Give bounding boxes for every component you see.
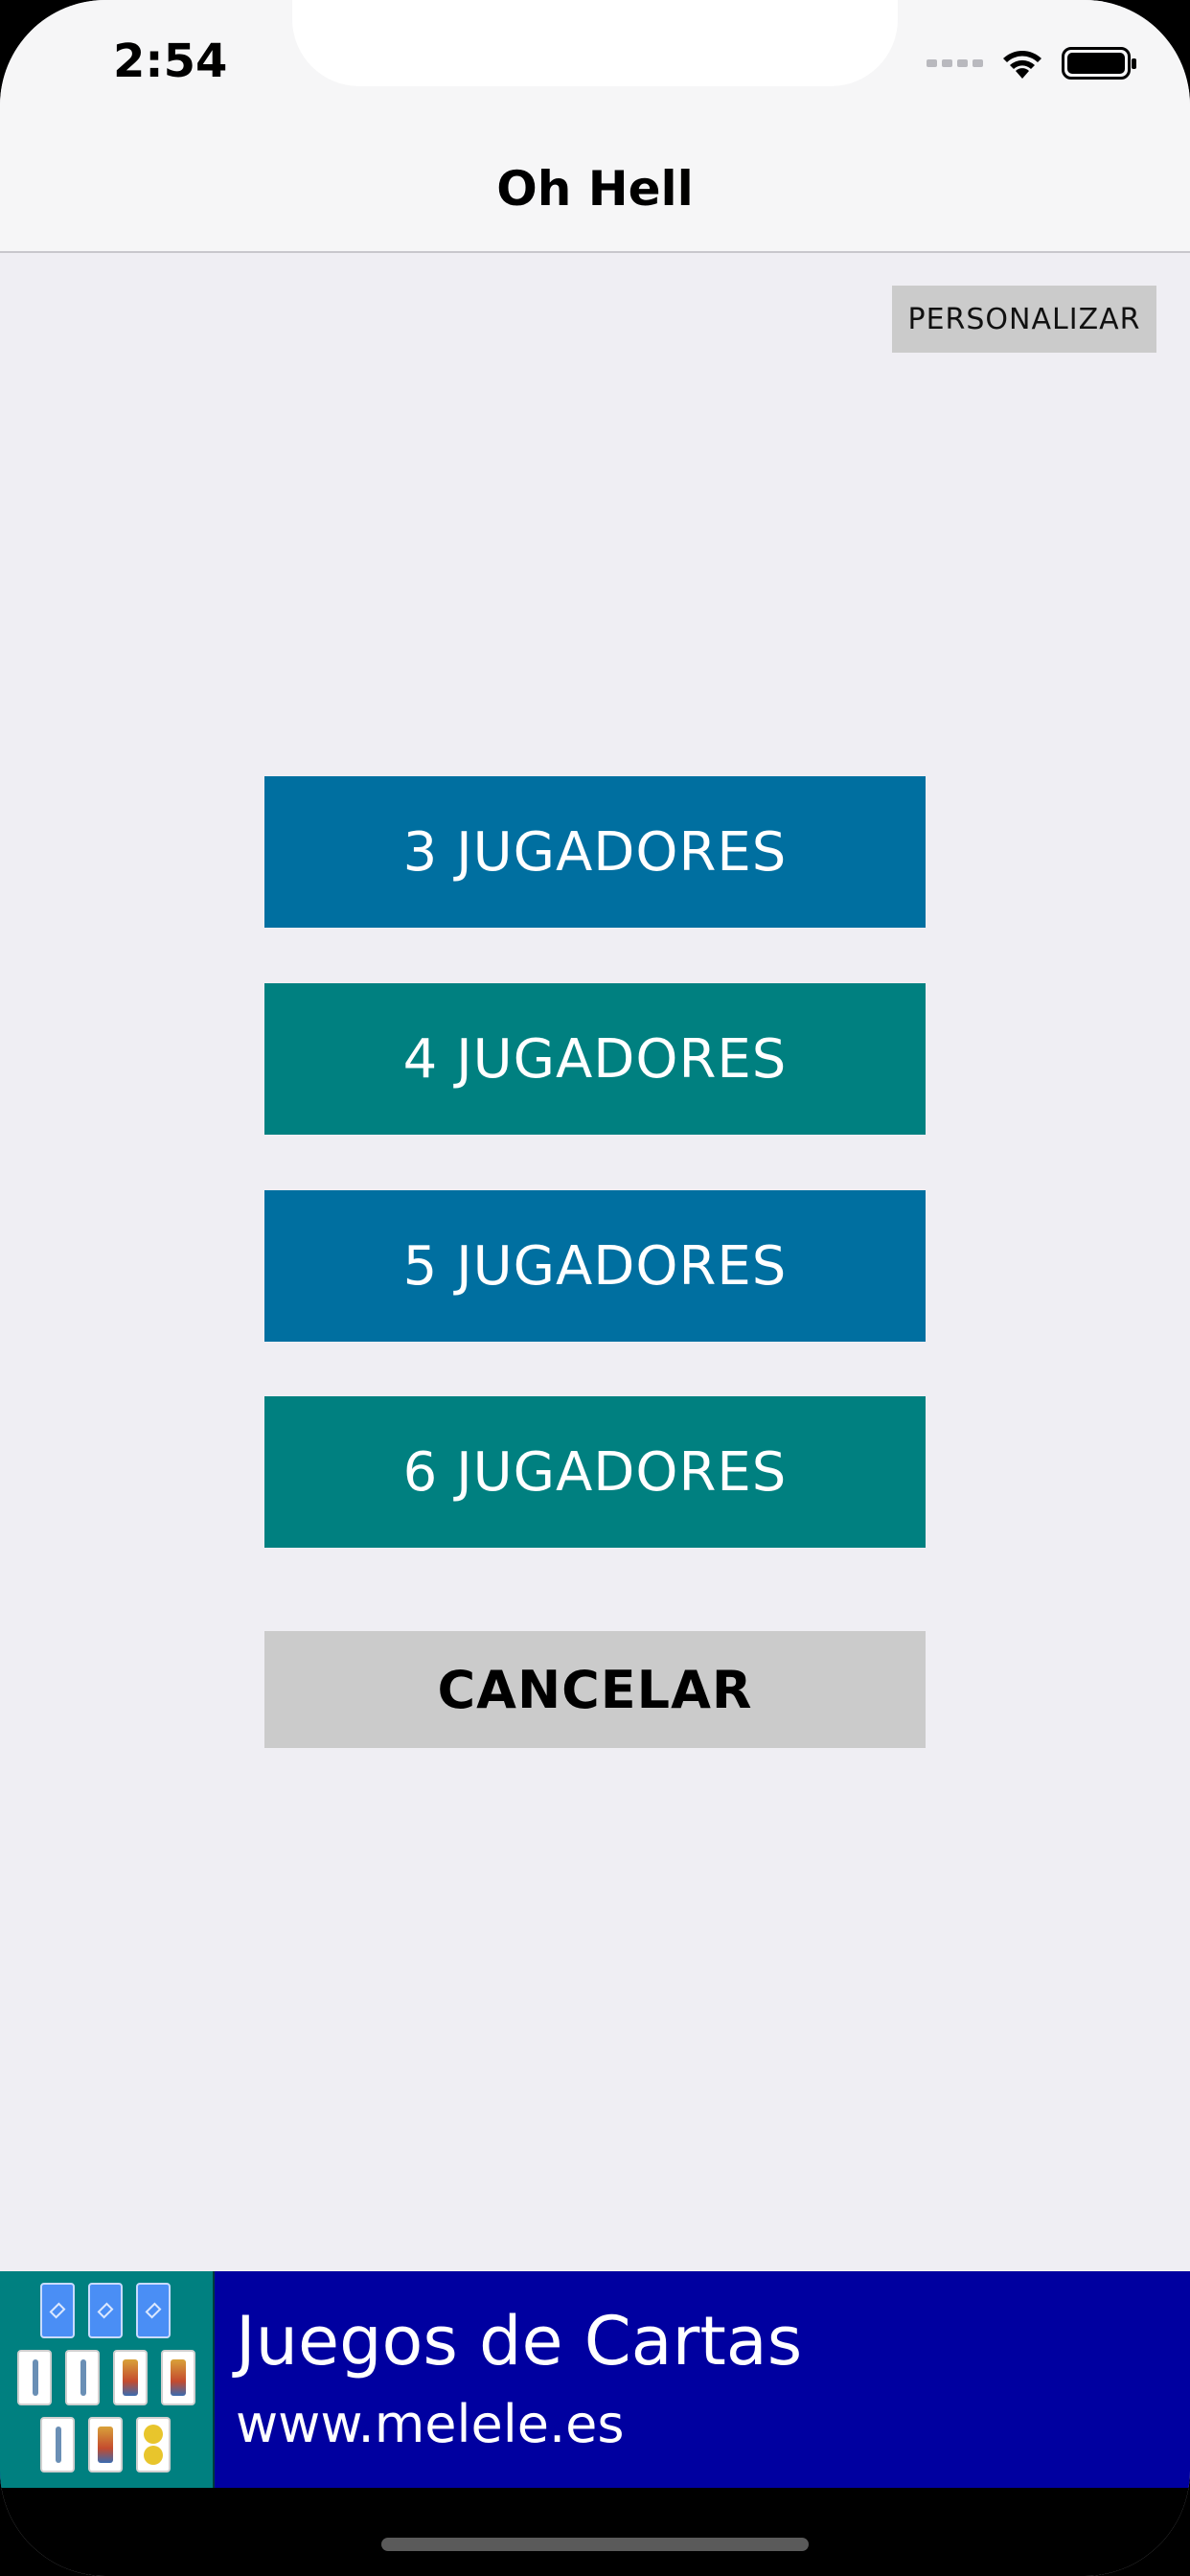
personalizar-button[interactable]: PERSONALIZAR: [892, 286, 1156, 353]
banner-url: www.melele.es: [236, 2394, 625, 2454]
page-title: Oh Hell: [496, 161, 694, 217]
6-players-button[interactable]: 6 JUGADORES: [264, 1396, 926, 1548]
ad-banner[interactable]: Juegos de Cartas www.melele.es: [0, 2271, 1190, 2488]
status-icons: [927, 42, 1136, 84]
home-indicator[interactable]: [381, 2538, 809, 2551]
playing-cards-image: [0, 2271, 215, 2488]
5-players-button[interactable]: 5 JUGADORES: [264, 1190, 926, 1342]
device-notch: [292, 0, 898, 86]
cancel-button[interactable]: CANCELAR: [264, 1631, 926, 1748]
status-time: 2:54: [113, 34, 228, 88]
app-screen: 2:54 Oh Hell PERSONALIZAR 3 JUGADORES 4 …: [0, 0, 1190, 2576]
3-players-button[interactable]: 3 JUGADORES: [264, 776, 926, 928]
wifi-icon: [1003, 51, 1041, 79]
4-players-button[interactable]: 4 JUGADORES: [264, 983, 926, 1135]
battery-icon: [1062, 47, 1136, 80]
banner-title: Juegos de Cartas: [236, 2302, 803, 2380]
signal-dots-icon: [927, 59, 983, 67]
navigation-bar: Oh Hell: [0, 126, 1190, 253]
home-area: [0, 2488, 1190, 2576]
